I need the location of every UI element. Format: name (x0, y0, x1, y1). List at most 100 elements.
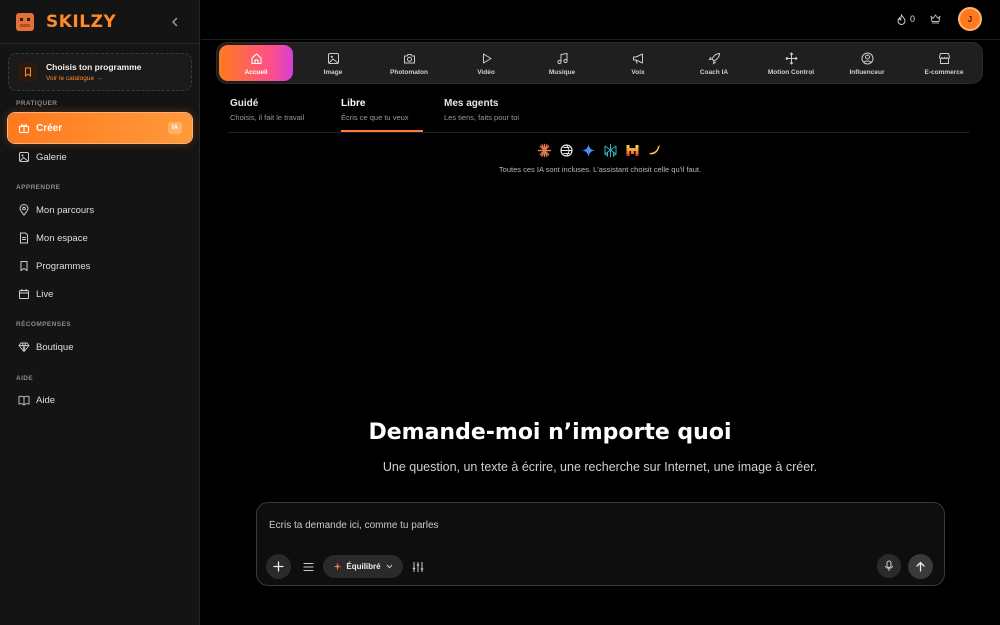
tool-e-commerce[interactable]: E-commerce (907, 45, 981, 81)
catalog-link[interactable]: Voir le catalogue → (46, 75, 141, 82)
streak-counter[interactable]: 0 (897, 12, 915, 26)
choose-program-card[interactable]: Choisis ton programme Voir le catalogue … (8, 53, 192, 91)
tool-motion-control[interactable]: Motion Control (754, 45, 828, 81)
mistral-logo-icon (624, 142, 640, 158)
sidebar-divider (0, 43, 200, 44)
tool-label: E-commerce (924, 69, 964, 76)
tool-musique[interactable]: Musique (525, 45, 599, 81)
trophy-icon[interactable] (930, 13, 941, 24)
music-note-icon (557, 52, 568, 65)
tool-label: Accueil (244, 69, 268, 76)
sidebar-item-mon-parcours[interactable]: Mon parcours (8, 197, 192, 223)
sidebar-item-live[interactable]: Live (8, 281, 192, 307)
map-pin-icon (19, 204, 29, 216)
sidebar-item-label: Live (36, 288, 54, 300)
microphone-icon (885, 560, 893, 571)
streak-count: 0 (910, 14, 916, 24)
hero-subtitle: Une question, un texte à écrire, une rec… (382, 460, 818, 474)
prompt-input[interactable] (269, 517, 929, 533)
tool-label: Musique (548, 69, 576, 76)
tool-label: Photomaton (390, 69, 428, 76)
megaphone-icon (633, 53, 643, 64)
sidebar-item-aide[interactable]: Aide (8, 387, 192, 413)
sidebar-item-label: Créer (36, 122, 63, 134)
bookmark-icon (20, 261, 28, 272)
sidebar-item-label: Boutique (36, 341, 74, 353)
sidebar-item-creer[interactable]: Créer IA (8, 113, 192, 143)
sparkle-icon (333, 562, 342, 571)
tool-label: Influenceur (849, 69, 885, 76)
tab-title: Libre (341, 98, 366, 109)
tool-video[interactable]: Vidéo (449, 45, 523, 81)
tool-voix[interactable]: Voix (601, 45, 675, 81)
list-icon (302, 562, 314, 572)
book-open-icon (18, 395, 30, 406)
header-divider (201, 39, 1000, 40)
openai-logo-icon (558, 142, 574, 158)
banana-logo-icon (646, 142, 662, 158)
sidebar-item-programmes[interactable]: Programmes (8, 253, 192, 279)
plus-icon (273, 561, 284, 572)
image-icon (328, 53, 339, 64)
sliders-icon (412, 562, 424, 572)
tool-image[interactable]: Image (296, 45, 370, 81)
bookmark-icon (18, 62, 38, 82)
tab-subtitle: Les tiens, faits pour toi (444, 113, 520, 122)
store-icon (939, 53, 950, 64)
brand-name: SKILZY (46, 12, 117, 32)
tab-libre[interactable]: Libre Écris ce que tu veux (341, 98, 409, 122)
play-icon (483, 53, 492, 64)
tab-guide[interactable]: Guidé Choisis, il fait le travail (230, 98, 304, 122)
menu-button[interactable] (299, 558, 317, 576)
image-icon (19, 152, 29, 162)
tool-photomaton[interactable]: Photomaton (372, 45, 446, 81)
voice-input-button[interactable] (877, 554, 901, 578)
tab-title: Guidé (230, 98, 259, 109)
user-avatar[interactable]: J (958, 7, 982, 31)
tab-subtitle: Écris ce que tu veux (341, 113, 409, 122)
gift-icon (19, 124, 29, 133)
sidebar-item-boutique[interactable]: Boutique (8, 334, 192, 360)
tab-title: Mes agents (444, 98, 499, 109)
hero-title: Demande-moi n’importe quoi (368, 420, 732, 445)
sidebar-item-label: Mon espace (36, 232, 88, 244)
arrow-up-icon (916, 561, 925, 572)
tabs-divider (228, 132, 970, 133)
tools-bar: Accueil Image Photomaton Vidéo Musique V… (216, 42, 983, 84)
user-circle-icon (861, 52, 874, 65)
section-label-apprendre: APPRENDRE (16, 184, 61, 191)
sidebar-item-label: Programmes (36, 260, 91, 272)
tool-label: Motion Control (767, 69, 815, 76)
section-label-recompenses: RÉCOMPENSES (16, 321, 71, 328)
models-note: Toutes ces IA sont incluses. L'assistant… (498, 165, 702, 174)
sidebar-item-label: Galerie (36, 151, 67, 163)
flame-icon (897, 13, 906, 25)
send-button[interactable] (908, 554, 933, 579)
move-arrows-icon (785, 52, 798, 65)
collapse-sidebar-button[interactable] (166, 12, 184, 32)
calendar-icon (19, 289, 29, 299)
gemini-logo-icon (580, 142, 596, 158)
settings-sliders-button[interactable] (409, 558, 427, 576)
home-icon (251, 53, 262, 65)
brand[interactable]: SKILZY (16, 10, 116, 34)
sidebar-item-label: Aide (36, 394, 56, 406)
tab-mes-agents[interactable]: Mes agents Les tiens, faits pour toi (444, 98, 519, 122)
tool-label: Voix (631, 69, 645, 76)
prompt-composer: Équilibré (256, 502, 945, 586)
attach-button[interactable] (266, 554, 291, 579)
tool-accueil[interactable]: Accueil (219, 45, 293, 81)
tool-influenceur[interactable]: Influenceur (830, 45, 904, 81)
sidebar-item-label: Mon parcours (36, 204, 95, 216)
sidebar-item-mon-espace[interactable]: Mon espace (8, 225, 192, 251)
tool-label: Image (323, 69, 343, 76)
ia-badge: IA (168, 122, 182, 134)
quality-mode-select[interactable]: Équilibré (323, 555, 403, 578)
diamond-icon (18, 342, 30, 353)
section-label-pratiquer: PRATIQUER (16, 100, 58, 107)
quality-mode-label: Équilibré (346, 562, 381, 571)
tool-coach-ia[interactable]: Coach IA (677, 45, 751, 81)
rocket-icon (708, 52, 721, 65)
chevron-left-icon (172, 17, 178, 27)
sidebar-item-galerie[interactable]: Galerie (8, 144, 192, 170)
